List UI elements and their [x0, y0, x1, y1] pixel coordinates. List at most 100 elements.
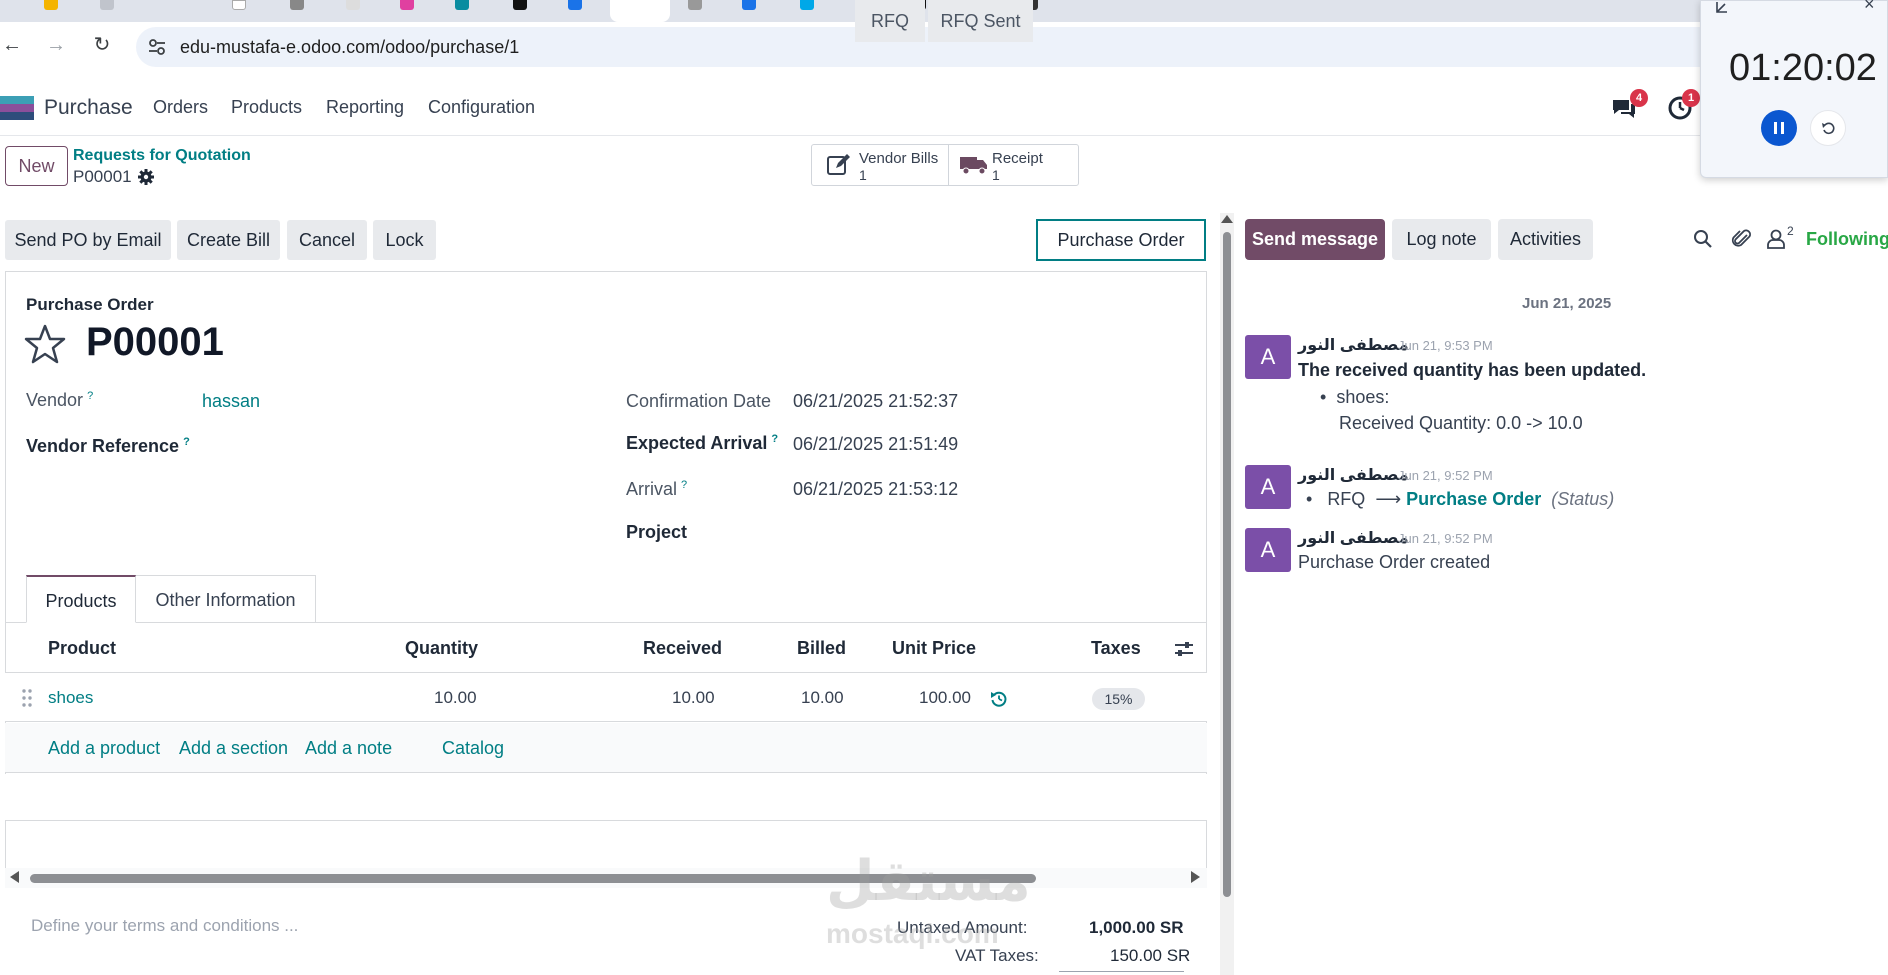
tab-favicon[interactable] — [742, 0, 756, 10]
url-text[interactable]: edu-mustafa-e.odoo.com/odoo/purchase/1 — [180, 37, 519, 58]
help-tooltip-icon[interactable]: ? — [771, 433, 778, 445]
cancel-button[interactable]: Cancel — [287, 220, 367, 260]
stage-purchase-order[interactable]: Purchase Order — [1036, 219, 1206, 261]
add-product-link[interactable]: Add a product — [48, 738, 160, 759]
column-billed[interactable]: Billed — [797, 638, 846, 659]
avatar[interactable]: A — [1245, 465, 1291, 509]
untaxed-amount-value: 1,000.00 SR — [1089, 918, 1184, 937]
table-row[interactable] — [5, 673, 1207, 722]
status-change: • RFQ ⟶ Purchase Order (Status) — [1306, 489, 1615, 509]
tab-favicon[interactable] — [455, 0, 469, 10]
vendor-bills-smart-button[interactable]: Vendor Bills 1 — [812, 145, 949, 185]
avatar[interactable]: A — [1245, 528, 1291, 572]
tab-favicon[interactable] — [290, 0, 304, 10]
column-taxes[interactable]: Taxes — [1091, 638, 1141, 659]
purchase-app-icon[interactable] — [0, 96, 34, 120]
help-tooltip-icon[interactable]: ? — [681, 479, 687, 491]
avatar[interactable]: A — [1245, 335, 1291, 379]
tab-favicon[interactable] — [800, 0, 814, 10]
arrival-field[interactable]: 06/21/2025 21:53:12 — [793, 479, 958, 500]
tab-favicon[interactable] — [232, 0, 246, 10]
app-name[interactable]: Purchase — [44, 96, 133, 120]
lock-button[interactable]: Lock — [373, 220, 436, 260]
tab-favicon[interactable] — [100, 0, 114, 10]
timer-display: 01:20:02 — [1729, 47, 1877, 89]
site-settings-icon[interactable] — [147, 37, 167, 57]
help-tooltip-icon[interactable]: ? — [87, 390, 93, 402]
close-icon[interactable]: × — [1864, 0, 1875, 15]
menu-configuration[interactable]: Configuration — [428, 97, 535, 118]
date-separator: Jun 21, 2025 — [1522, 295, 1612, 312]
cell-unit-price[interactable]: 100.00 — [919, 688, 971, 708]
expand-icon[interactable] — [1715, 0, 1733, 14]
activities-badge: 1 — [1682, 89, 1700, 107]
tab-favicon[interactable] — [688, 0, 702, 10]
new-button[interactable]: New — [5, 146, 68, 186]
stage-rfq[interactable]: RFQ — [855, 0, 925, 42]
vertical-scroll-thumb[interactable] — [1223, 232, 1231, 897]
stage-rfq-sent[interactable]: RFQ Sent — [928, 0, 1033, 42]
column-quantity[interactable]: Quantity — [405, 638, 478, 659]
add-section-link[interactable]: Add a section — [179, 738, 288, 759]
receipt-smart-button[interactable]: Receipt 1 — [949, 145, 1079, 185]
pause-button[interactable] — [1761, 110, 1797, 146]
column-product[interactable]: Product — [48, 638, 116, 659]
vendor-label: Vendor? — [26, 390, 94, 410]
message-author[interactable]: مصطفى النور — [1298, 335, 1409, 355]
gear-icon[interactable] — [137, 168, 155, 186]
scroll-up-arrow-icon[interactable] — [1221, 215, 1233, 223]
menu-reporting[interactable]: Reporting — [326, 97, 404, 118]
active-tab[interactable] — [610, 0, 670, 22]
optional-columns-icon[interactable] — [1173, 638, 1195, 660]
menu-products[interactable]: Products — [231, 97, 302, 118]
menu-orders[interactable]: Orders — [153, 97, 208, 118]
column-unit-price[interactable]: Unit Price — [892, 638, 976, 659]
tab-favicon[interactable] — [400, 0, 414, 10]
star-icon[interactable] — [24, 323, 66, 365]
followers-icon[interactable] — [1766, 228, 1786, 250]
message-author[interactable]: مصطفى النور — [1298, 528, 1409, 548]
tab-products[interactable]: Products — [26, 575, 136, 623]
receipt-count: 1 — [992, 167, 1000, 183]
tab-favicon[interactable] — [568, 0, 582, 10]
tab-other-information[interactable]: Other Information — [136, 575, 316, 623]
message-author[interactable]: مصطفى النور — [1298, 465, 1409, 485]
create-bill-button[interactable]: Create Bill — [177, 220, 280, 260]
add-note-link[interactable]: Add a note — [305, 738, 392, 759]
reset-button[interactable] — [1810, 110, 1846, 146]
drag-handle-icon[interactable] — [21, 688, 33, 708]
scroll-left-arrow-icon[interactable] — [10, 871, 19, 883]
paperclip-icon[interactable] — [1731, 228, 1753, 250]
catalog-link[interactable]: Catalog — [442, 738, 504, 759]
send-message-button[interactable]: Send message — [1245, 219, 1385, 260]
pause-icon — [1781, 122, 1784, 134]
cell-quantity[interactable]: 10.00 — [434, 688, 477, 708]
send-po-by-email-button[interactable]: Send PO by Email — [5, 220, 171, 260]
history-icon[interactable] — [990, 690, 1008, 708]
expected-arrival-field[interactable]: 06/21/2025 21:51:49 — [793, 434, 958, 455]
terms-conditions-field[interactable]: Define your terms and conditions ... — [31, 916, 298, 936]
cell-received[interactable]: 10.00 — [672, 688, 715, 708]
edit-icon — [827, 154, 850, 175]
tab-favicon[interactable] — [346, 0, 360, 10]
vendor-field[interactable]: hassan — [202, 391, 260, 412]
scroll-right-arrow-icon[interactable] — [1191, 871, 1200, 883]
confirmation-date-field[interactable]: 06/21/2025 21:52:37 — [793, 391, 958, 412]
activities-button[interactable]: Activities — [1498, 219, 1593, 260]
chatter-panel — [1234, 213, 1888, 975]
tab-favicon[interactable] — [513, 0, 527, 10]
column-received[interactable]: Received — [643, 638, 722, 659]
back-arrow-icon[interactable]: ← — [0, 33, 24, 57]
help-tooltip-icon[interactable]: ? — [183, 436, 190, 448]
log-note-button[interactable]: Log note — [1392, 219, 1491, 260]
message-date: Jun 21, 9:52 PM — [1398, 531, 1493, 546]
search-icon[interactable] — [1693, 229, 1713, 249]
message-body: Purchase Order created — [1298, 552, 1491, 572]
following-button[interactable]: Following — [1806, 229, 1888, 250]
reload-icon[interactable]: ↻ — [90, 33, 114, 57]
forward-arrow-icon[interactable]: → — [44, 33, 68, 57]
tab-favicon[interactable] — [44, 0, 58, 10]
tax-tag[interactable]: 15% — [1092, 688, 1145, 710]
breadcrumb-parent-link[interactable]: Requests for Quotation — [73, 147, 251, 165]
cell-product[interactable]: shoes — [48, 688, 93, 708]
